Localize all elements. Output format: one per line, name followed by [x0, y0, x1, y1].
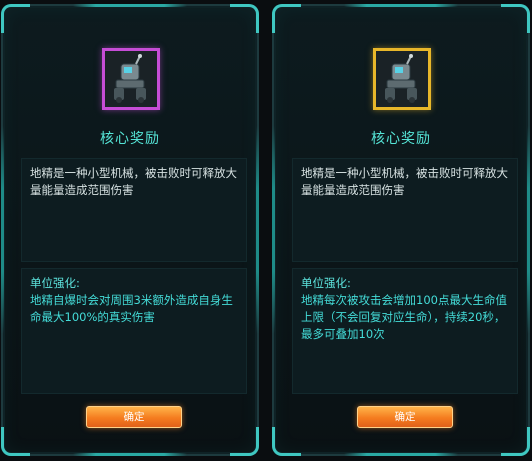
bonus-heading: 单位强化:: [301, 276, 351, 290]
frame-corner: [230, 4, 259, 33]
frame-corner: [501, 4, 530, 33]
unit-bonus-box: 单位强化: 地精每次被攻击会增加100点最大生命值上限（不会回复对应生命），持续…: [292, 268, 518, 394]
bonus-text: 地精自爆时会对周围3米额外造成自身生命最大100%的真实伤害: [30, 293, 233, 324]
frame-edge: [527, 126, 530, 334]
unit-description: 地精是一种小型机械，被击败时可释放大量能量造成范围伤害: [30, 166, 237, 197]
confirm-button[interactable]: 确定: [357, 406, 453, 428]
goblin-mech-icon: [102, 48, 160, 110]
frame-corner: [1, 4, 30, 33]
frame-edge: [73, 453, 187, 456]
frame-corner: [1, 427, 30, 456]
reward-screen: 核心奖励 地精是一种小型机械，被击败时可释放大量能量造成范围伤害 单位强化: 地…: [0, 0, 532, 461]
frame-corner: [272, 4, 301, 33]
frame-corner: [272, 427, 301, 456]
frame-edge: [73, 4, 187, 7]
unit-description-box: 地精是一种小型机械，被击败时可释放大量能量造成范围伤害: [292, 158, 518, 262]
frame-edge: [344, 4, 458, 7]
frame-edge: [344, 453, 458, 456]
goblin-mech-icon: [373, 48, 431, 110]
unit-bonus-box: 单位强化: 地精自爆时会对周围3米额外造成自身生命最大100%的真实伤害: [21, 268, 247, 394]
frame-corner: [230, 427, 259, 456]
frame-edge: [272, 126, 275, 334]
frame-corner: [501, 427, 530, 456]
card-title: 核心奖励: [100, 131, 160, 147]
reward-card-left: 核心奖励 地精是一种小型机械，被击败时可释放大量能量造成范围伤害 单位强化: 地…: [1, 4, 259, 456]
bonus-text: 地精每次被攻击会增加100点最大生命值上限（不会回复对应生命），持续20秒，最多…: [301, 293, 507, 341]
bonus-heading: 单位强化:: [30, 276, 80, 290]
reward-card-right: 核心奖励 地精是一种小型机械，被击败时可释放大量能量造成范围伤害 单位强化: 地…: [272, 4, 530, 456]
unit-description: 地精是一种小型机械，被击败时可释放大量能量造成范围伤害: [301, 166, 508, 197]
card-title: 核心奖励: [371, 131, 431, 147]
unit-description-box: 地精是一种小型机械，被击败时可释放大量能量造成范围伤害: [21, 158, 247, 262]
frame-edge: [256, 126, 259, 334]
confirm-button[interactable]: 确定: [86, 406, 182, 428]
frame-edge: [1, 126, 4, 334]
